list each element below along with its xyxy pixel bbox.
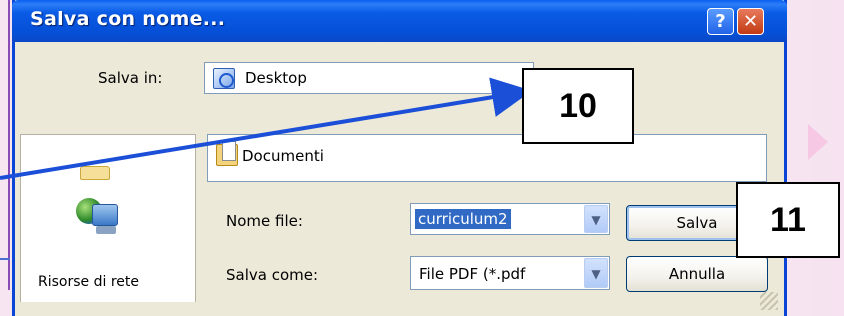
callout-10: 10 <box>522 68 634 144</box>
pointer-line <box>0 77 532 180</box>
pointer-arrow <box>0 77 532 180</box>
callout-11: 11 <box>736 182 840 258</box>
